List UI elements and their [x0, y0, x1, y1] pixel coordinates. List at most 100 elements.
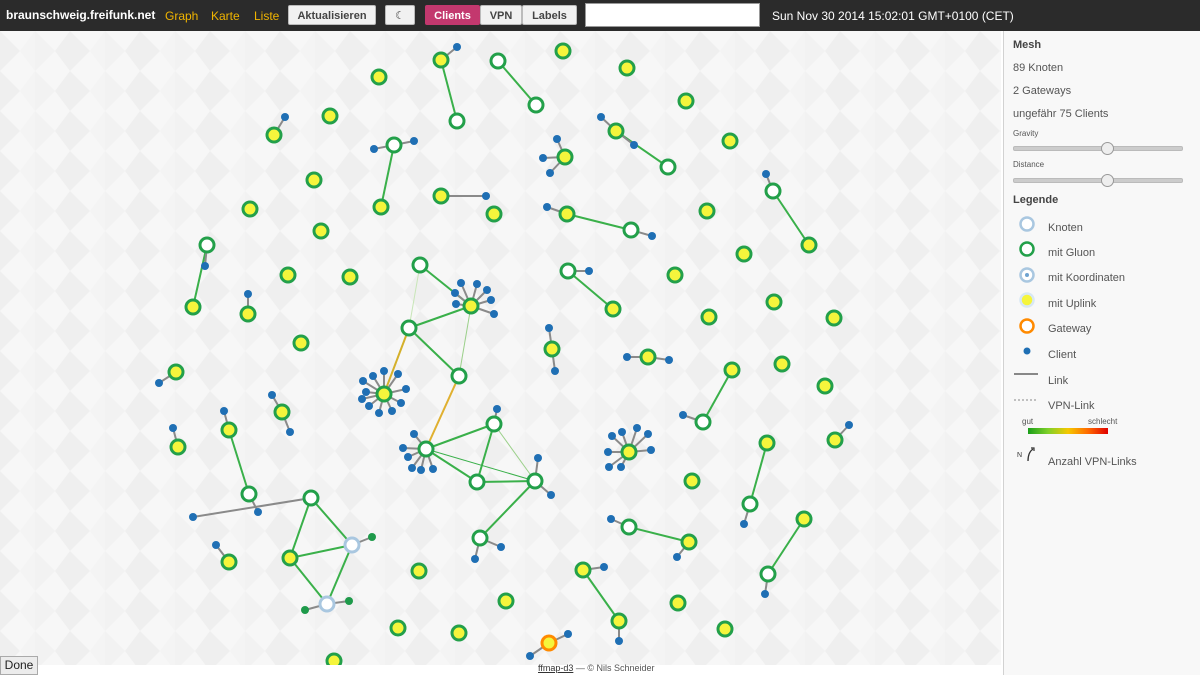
client-dot[interactable]: [457, 279, 465, 287]
client-dot[interactable]: [155, 379, 163, 387]
client-dot[interactable]: [551, 367, 559, 375]
mesh-node[interactable]: [716, 620, 734, 638]
mesh-node[interactable]: [239, 305, 257, 323]
client-dot[interactable]: [607, 515, 615, 523]
client-dot[interactable]: [633, 424, 641, 432]
mesh-node[interactable]: [683, 472, 701, 490]
client-dot[interactable]: [615, 637, 623, 645]
client-dot[interactable]: [388, 407, 396, 415]
labels-toggle[interactable]: Labels: [522, 5, 577, 25]
mesh-node[interactable]: [543, 340, 561, 358]
client-dot[interactable]: [608, 432, 616, 440]
mesh-node[interactable]: [816, 377, 834, 395]
mesh-graph[interactable]: [0, 31, 1001, 665]
client-dot[interactable]: [600, 563, 608, 571]
mesh-node[interactable]: [184, 298, 202, 316]
nav-graph[interactable]: Graph: [165, 9, 198, 23]
mesh-node[interactable]: [432, 51, 450, 69]
mesh-node[interactable]: [559, 262, 577, 280]
mesh-node[interactable]: [826, 431, 844, 449]
mesh-node[interactable]: [375, 385, 393, 403]
mesh-node[interactable]: [462, 297, 480, 315]
client-dot[interactable]: [244, 290, 252, 298]
client-dot[interactable]: [402, 385, 410, 393]
mesh-node[interactable]: [410, 562, 428, 580]
mesh-node[interactable]: [800, 236, 818, 254]
client-dot[interactable]: [564, 630, 572, 638]
client-dot[interactable]: [368, 533, 376, 541]
distance-slider[interactable]: [1013, 178, 1183, 183]
client-dot[interactable]: [547, 491, 555, 499]
client-dot[interactable]: [679, 411, 687, 419]
client-dot[interactable]: [365, 402, 373, 410]
mesh-node[interactable]: [220, 421, 238, 439]
client-dot[interactable]: [254, 508, 262, 516]
mesh-node[interactable]: [764, 182, 782, 200]
client-dot[interactable]: [359, 377, 367, 385]
mesh-node[interactable]: [622, 221, 640, 239]
client-dot[interactable]: [362, 388, 370, 396]
client-dot[interactable]: [605, 463, 613, 471]
mesh-node[interactable]: [417, 440, 435, 458]
gateway-node[interactable]: [540, 634, 558, 652]
mesh-node[interactable]: [558, 205, 576, 223]
mesh-node[interactable]: [735, 245, 753, 263]
mesh-node[interactable]: [485, 415, 503, 433]
mesh-node[interactable]: [680, 533, 698, 551]
client-dot[interactable]: [597, 113, 605, 121]
mesh-node[interactable]: [341, 268, 359, 286]
client-dot[interactable]: [490, 310, 498, 318]
mesh-node[interactable]: [450, 367, 468, 385]
client-dot[interactable]: [665, 356, 673, 364]
mesh-node[interactable]: [741, 495, 759, 513]
site-title[interactable]: braunschweig.freifunk.net: [6, 8, 155, 22]
client-dot[interactable]: [618, 428, 626, 436]
client-dot[interactable]: [482, 192, 490, 200]
nav-karte[interactable]: Karte: [211, 9, 240, 23]
mesh-node[interactable]: [370, 68, 388, 86]
client-dot[interactable]: [762, 170, 770, 178]
mesh-node[interactable]: [694, 413, 712, 431]
mesh-node[interactable]: [825, 309, 843, 327]
mesh-node[interactable]: [758, 434, 776, 452]
client-dot[interactable]: [546, 169, 554, 177]
client-dot[interactable]: [451, 289, 459, 297]
client-dot[interactable]: [189, 513, 197, 521]
client-dot[interactable]: [673, 553, 681, 561]
mesh-node[interactable]: [639, 348, 657, 366]
client-dot[interactable]: [487, 296, 495, 304]
client-dot[interactable]: [497, 543, 505, 551]
nav-liste[interactable]: Liste: [254, 9, 279, 23]
gravity-slider[interactable]: [1013, 146, 1183, 151]
moon-icon[interactable]: ☾: [385, 5, 415, 25]
mesh-node[interactable]: [372, 198, 390, 216]
mesh-node[interactable]: [198, 236, 216, 254]
mesh-node[interactable]: [318, 595, 336, 613]
client-dot[interactable]: [286, 428, 294, 436]
client-dot[interactable]: [345, 597, 353, 605]
client-dot[interactable]: [493, 405, 501, 413]
refresh-button[interactable]: Aktualisieren: [288, 5, 376, 25]
mesh-node[interactable]: [765, 293, 783, 311]
mesh-node[interactable]: [471, 529, 489, 547]
mesh-node[interactable]: [265, 126, 283, 144]
client-dot[interactable]: [526, 652, 534, 660]
mesh-node[interactable]: [618, 59, 636, 77]
client-dot[interactable]: [543, 203, 551, 211]
mesh-node[interactable]: [527, 96, 545, 114]
mesh-node[interactable]: [773, 355, 791, 373]
client-dot[interactable]: [169, 424, 177, 432]
client-dot[interactable]: [761, 590, 769, 598]
mesh-node[interactable]: [220, 553, 238, 571]
mesh-node[interactable]: [620, 443, 638, 461]
mesh-node[interactable]: [450, 624, 468, 642]
client-dot[interactable]: [617, 463, 625, 471]
client-dot[interactable]: [644, 430, 652, 438]
client-dot[interactable]: [358, 395, 366, 403]
mesh-node[interactable]: [485, 205, 503, 223]
client-dot[interactable]: [473, 280, 481, 288]
mesh-node[interactable]: [554, 42, 572, 60]
mesh-node[interactable]: [659, 158, 677, 176]
mesh-node[interactable]: [468, 473, 486, 491]
mesh-node[interactable]: [389, 619, 407, 637]
